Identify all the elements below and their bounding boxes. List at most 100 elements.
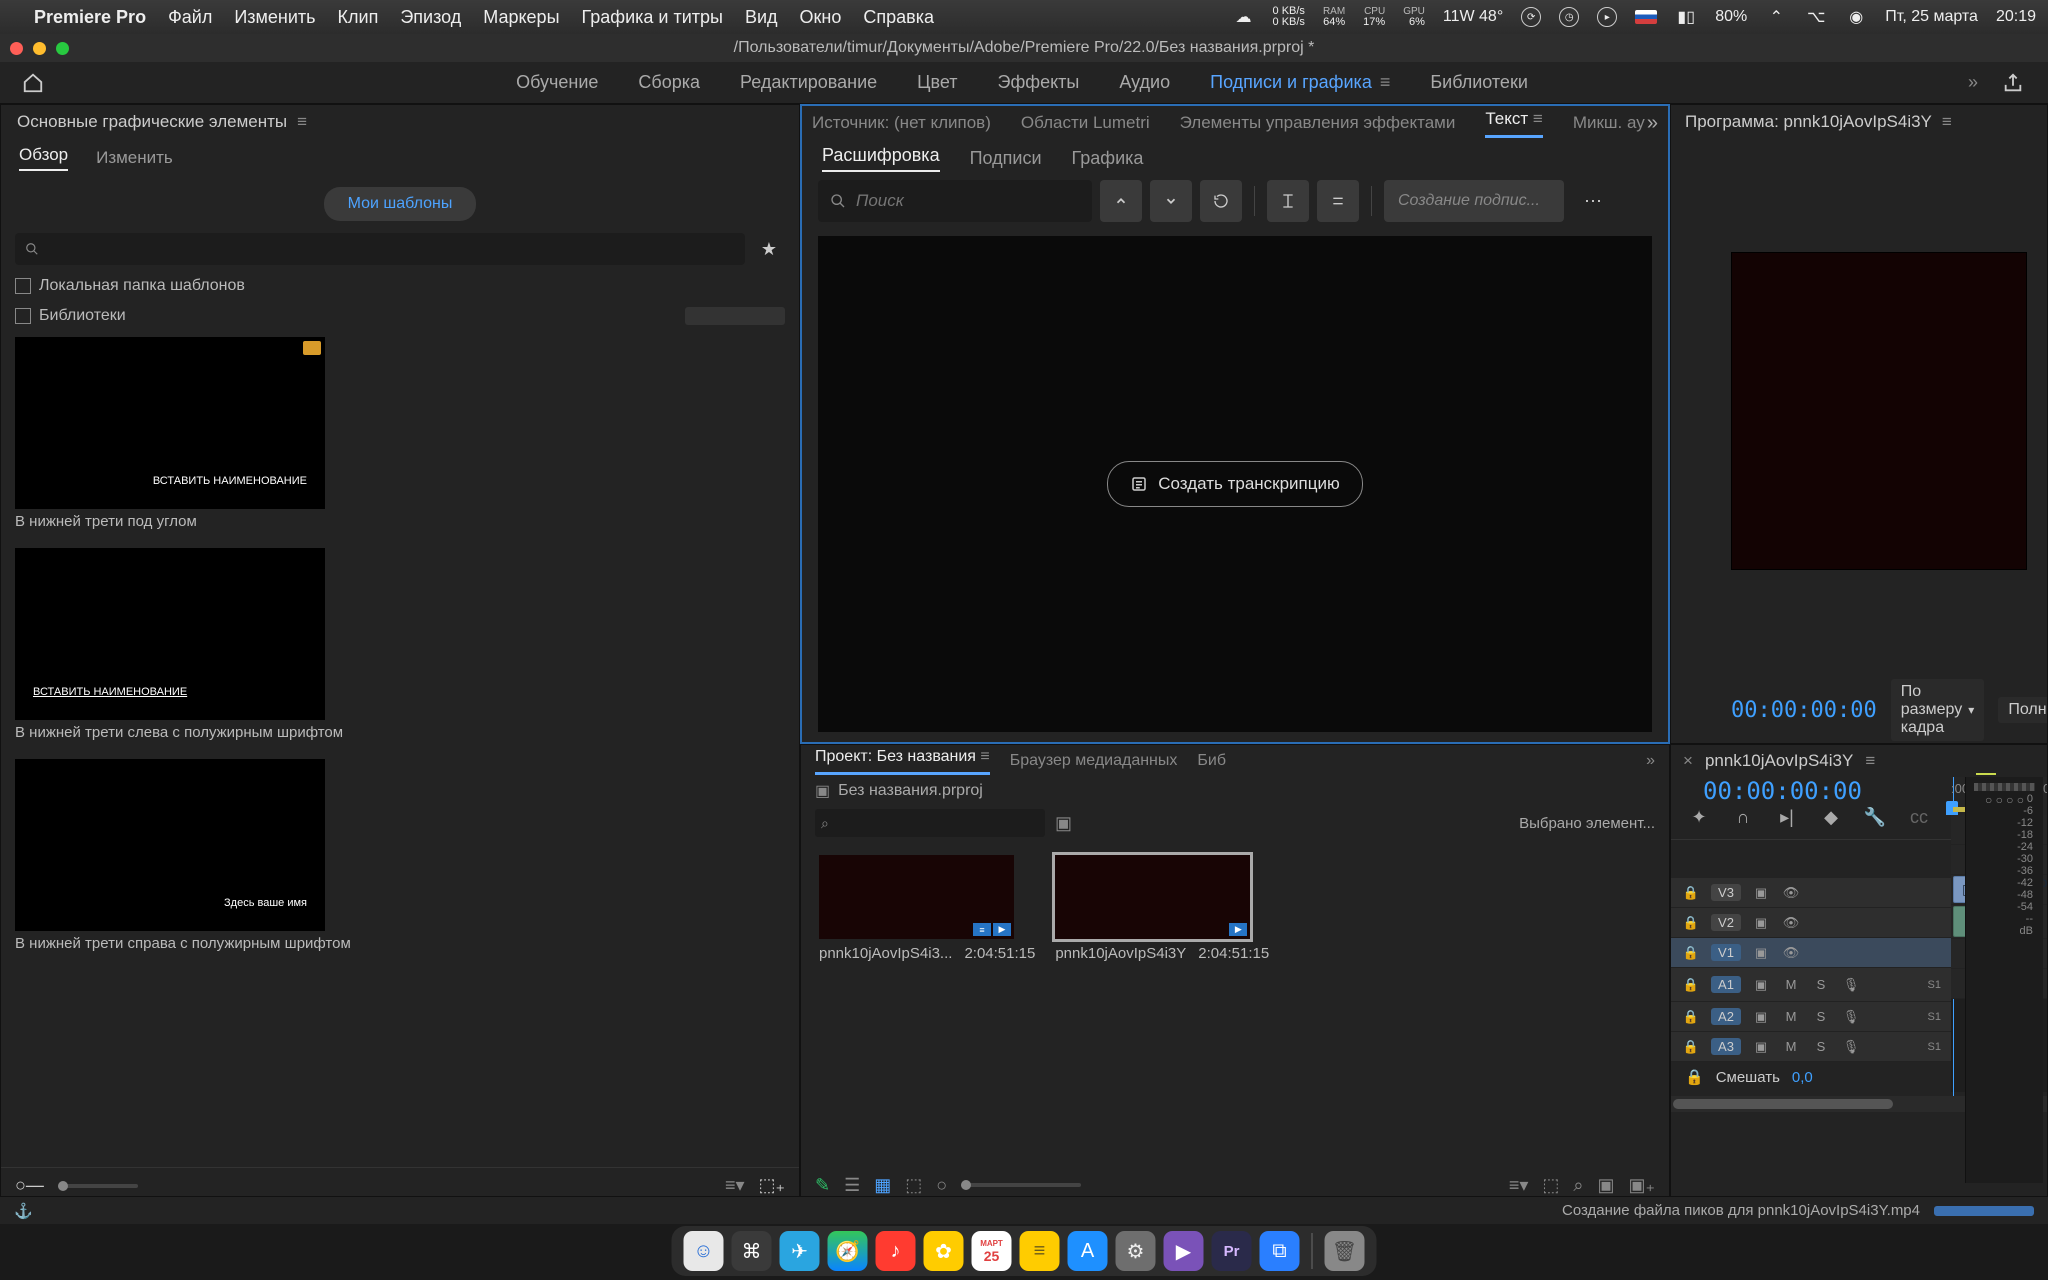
menu-sequence[interactable]: Эпизод xyxy=(400,7,461,28)
libraries-checkbox[interactable]: Библиотеки xyxy=(15,307,785,325)
dock-icon-1[interactable]: ⌘ xyxy=(732,1231,772,1271)
new-item-icon[interactable]: ▣₊ xyxy=(1628,1175,1655,1196)
menu-graphics[interactable]: Графика и титры xyxy=(582,7,723,28)
project-tab-2[interactable]: Биб xyxy=(1197,752,1226,770)
bin-icon[interactable]: ▣ xyxy=(815,781,830,801)
source-head-tab-1[interactable]: Области Lumetri xyxy=(1021,113,1150,133)
eg-favorite-toggle[interactable]: ★ xyxy=(753,233,785,265)
dock-icon-8[interactable]: A xyxy=(1068,1231,1108,1271)
clip-card-1[interactable]: ▶pnnk10jAovIpS4i3Y2:04:51:15 xyxy=(1055,855,1269,1153)
timeline-tool-4[interactable]: ◆ xyxy=(1819,805,1843,829)
menu-help[interactable]: Справка xyxy=(863,7,934,28)
workspace-overflow[interactable]: » xyxy=(1968,72,1978,93)
track-head-A2[interactable]: 🔒A2▣MS🎙S1 xyxy=(1671,1002,1951,1032)
circ-icon-1[interactable]: ⟳ xyxy=(1521,7,1541,27)
split-button[interactable] xyxy=(1317,180,1359,222)
siri-icon[interactable]: ◉ xyxy=(1845,6,1867,28)
sort-icon[interactable]: ≡▾ xyxy=(1509,1175,1529,1196)
quality-dropdown[interactable]: Полное▾ xyxy=(1998,697,2048,723)
wifi-icon[interactable]: ⌃ xyxy=(1765,6,1787,28)
dock-icon-9[interactable]: ⚙ xyxy=(1116,1231,1156,1271)
input-source-flag[interactable] xyxy=(1635,10,1657,24)
dock-icon-0[interactable]: ☺ xyxy=(684,1231,724,1271)
workspace-tab-0[interactable]: Обучение xyxy=(516,72,598,93)
project-search-input[interactable] xyxy=(815,809,1045,837)
dock-icon-13[interactable]: 🗑 xyxy=(1325,1231,1365,1271)
transcript-search-input[interactable] xyxy=(856,191,1080,211)
menubar-date[interactable]: Пт, 25 марта xyxy=(1885,8,1978,26)
create-transcription-button[interactable]: Создать транскрипцию xyxy=(1107,461,1363,507)
workspace-tab-7[interactable]: Библиотеки xyxy=(1430,72,1528,93)
program-monitor[interactable] xyxy=(1731,252,2027,570)
timeline-tool-5[interactable]: 🔧 xyxy=(1863,805,1887,829)
battery-icon[interactable]: ▮▯ xyxy=(1675,6,1697,28)
clip-card-0[interactable]: ≡▶pnnk10jAovIpS4i3...2:04:51:15 xyxy=(819,855,1035,1153)
minimize-window[interactable] xyxy=(33,42,46,55)
control-center-icon[interactable]: ⌥ xyxy=(1805,6,1827,28)
close-window[interactable] xyxy=(10,42,23,55)
freeform-view-icon[interactable]: ⬚ xyxy=(905,1175,922,1196)
timeline-timecode[interactable]: 00:00:00:00 xyxy=(1687,773,1878,809)
workspace-tab-6[interactable]: Подписи и графика≡ xyxy=(1210,72,1390,93)
source-sub-tab-2[interactable]: Графика xyxy=(1072,148,1144,169)
eg-tab-browse[interactable]: Обзор xyxy=(19,145,68,171)
eg-slider-icon[interactable]: ○— xyxy=(15,1175,44,1196)
menu-markers[interactable]: Маркеры xyxy=(483,7,559,28)
maximize-window[interactable] xyxy=(56,42,69,55)
track-head-V2[interactable]: 🔒V2▣👁 xyxy=(1671,908,1951,938)
dock-icon-3[interactable]: 🧭 xyxy=(828,1231,868,1271)
eg-search[interactable] xyxy=(15,233,745,265)
workspace-tab-5[interactable]: Аудио xyxy=(1119,72,1170,93)
source-sub-tab-1[interactable]: Подписи xyxy=(970,148,1042,169)
program-menu[interactable]: ≡ xyxy=(1942,112,1952,132)
transcript-search[interactable] xyxy=(818,180,1092,222)
dock-icon-7[interactable]: ≡ xyxy=(1020,1231,1060,1271)
menu-window[interactable]: Окно xyxy=(800,7,842,28)
mix-value[interactable]: 0,0 xyxy=(1792,1069,1813,1086)
cloud-icon[interactable]: ☁︎ xyxy=(1233,6,1255,28)
project-overflow[interactable]: » xyxy=(1646,752,1655,770)
more-options-button[interactable]: ⋯ xyxy=(1572,180,1614,222)
export-button[interactable] xyxy=(1998,68,2028,98)
list-view-icon[interactable]: ☰ xyxy=(844,1175,860,1196)
source-sub-tab-0[interactable]: Расшифровка xyxy=(822,145,940,172)
zoom-fit-dropdown[interactable]: По размеру кадра▾ xyxy=(1891,679,1985,741)
dock-icon-12[interactable]: ⧉ xyxy=(1260,1231,1300,1271)
workspace-tab-3[interactable]: Цвет xyxy=(917,72,957,93)
workspace-tab-1[interactable]: Сборка xyxy=(638,72,700,93)
refresh-button[interactable] xyxy=(1200,180,1242,222)
source-head-tab-0[interactable]: Источник: (нет клипов) xyxy=(812,113,991,133)
circ-icon-2[interactable]: ◷ xyxy=(1559,7,1579,27)
create-caption-button[interactable]: Создание подпис... xyxy=(1384,180,1564,222)
eg-tab-edit[interactable]: Изменить xyxy=(96,148,173,168)
anchor-icon[interactable]: ⚓ xyxy=(14,1202,33,1220)
app-name[interactable]: Premiere Pro xyxy=(34,7,146,28)
project-tab-0[interactable]: Проект: Без названия ≡ xyxy=(815,748,990,775)
write-mode-icon[interactable]: ✎ xyxy=(815,1175,830,1196)
local-templates-checkbox[interactable]: Локальная папка шаблонов xyxy=(15,277,785,295)
template-thumb-2[interactable]: Здесь ваше имя xyxy=(15,759,325,931)
template-thumb-1[interactable]: ВСТАВИТЬ НАИМЕНОВАНИЕ xyxy=(15,548,325,720)
dock-icon-5[interactable]: ✿ xyxy=(924,1231,964,1271)
sequence-name[interactable]: pnnk10jAovIpS4i3Y xyxy=(1705,751,1853,771)
dock-icon-2[interactable]: ✈ xyxy=(780,1231,820,1271)
timeline-tool-3[interactable]: ▸| xyxy=(1775,805,1799,829)
circ-icon-3[interactable]: ▸ xyxy=(1597,7,1617,27)
merge-button[interactable] xyxy=(1267,180,1309,222)
workspace-tab-4[interactable]: Эффекты xyxy=(998,72,1080,93)
program-timecode-left[interactable]: 00:00:00:00 xyxy=(1731,698,1877,723)
workspace-tab-2[interactable]: Редактирование xyxy=(740,72,877,93)
track-head-A1[interactable]: 🔒A1▣MS🎙S1 xyxy=(1671,968,1951,1002)
source-head-tab-4[interactable]: Микш. ау xyxy=(1573,113,1645,133)
menu-clip[interactable]: Клип xyxy=(338,7,379,28)
source-overflow[interactable]: » xyxy=(1647,112,1658,135)
dock-icon-11[interactable]: Pr xyxy=(1212,1231,1252,1271)
eg-new-icon[interactable]: ⬚₊ xyxy=(758,1175,785,1196)
track-head-V1[interactable]: 🔒V1▣👁 xyxy=(1671,938,1951,968)
home-button[interactable] xyxy=(20,70,46,96)
dock-icon-6[interactable]: МАРТ25 xyxy=(972,1231,1012,1271)
menu-edit[interactable]: Изменить xyxy=(234,7,315,28)
timeline-menu[interactable]: ≡ xyxy=(1865,751,1875,771)
track-head-A3[interactable]: 🔒A3▣MS🎙S1 xyxy=(1671,1032,1951,1062)
menu-view[interactable]: Вид xyxy=(745,7,778,28)
